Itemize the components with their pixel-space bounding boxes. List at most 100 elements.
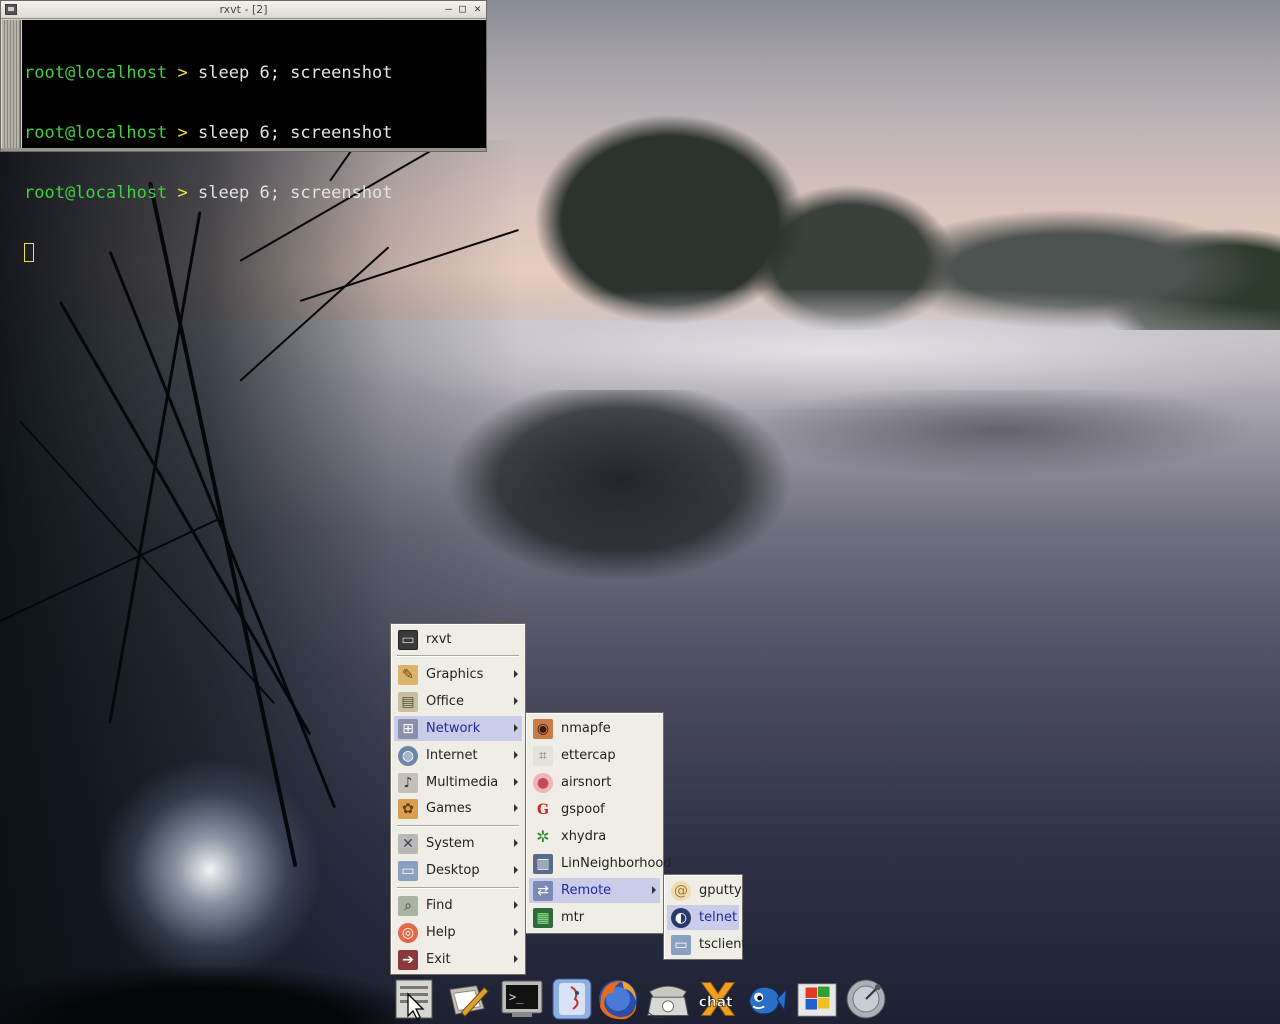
ettercap-icon: ⌗ xyxy=(533,745,553,766)
prompt-arrow: > xyxy=(177,123,188,143)
tsclient-icon: ▭ xyxy=(671,934,691,955)
telnet-icon: ◐ xyxy=(671,907,691,928)
submenu-arrow-icon xyxy=(514,839,518,847)
menu-item-help[interactable]: ◎ Help xyxy=(394,920,522,945)
command-text: sleep 6; screenshot xyxy=(198,183,393,203)
minimize-button[interactable]: — xyxy=(442,3,455,16)
menu-item-label: Network xyxy=(426,721,481,736)
menu-item-exit[interactable]: ➔ Exit xyxy=(394,947,522,972)
menu-item-label: Remote xyxy=(561,883,612,898)
menu-item-linneighborhood[interactable]: ▥ LinNeighborhood xyxy=(529,851,672,876)
menu-item-label: Exit xyxy=(426,952,451,967)
prompt-user: root@localhost xyxy=(24,63,168,83)
menu-item-label: System xyxy=(426,836,475,851)
text-cursor xyxy=(24,243,34,262)
terminal-output[interactable]: root@localhost > sleep 6; screenshot roo… xyxy=(22,20,486,262)
globe-icon: ◍ xyxy=(398,745,418,766)
rdesktop-launcher[interactable] xyxy=(796,977,840,1021)
terminal-launcher[interactable]: >_ xyxy=(500,977,544,1021)
gaim-launcher[interactable] xyxy=(744,977,788,1021)
satellite-launcher[interactable] xyxy=(844,977,888,1021)
terminal-line: root@localhost > sleep 6; screenshot xyxy=(24,123,484,143)
terminal-bottom-border[interactable] xyxy=(1,148,486,151)
submenu-arrow-icon xyxy=(514,901,518,909)
eye-icon: ◉ xyxy=(533,718,553,739)
submenu-arrow-icon xyxy=(514,866,518,874)
submenu-arrow-icon xyxy=(514,670,518,678)
menu-item-label: mtr xyxy=(561,910,585,925)
xchat-icon: chat xyxy=(698,982,736,1016)
menu-item-label: Multimedia xyxy=(426,775,499,790)
menu-item-xhydra[interactable]: ✲ xhydra xyxy=(529,824,660,849)
terminal-line: root@localhost > sleep 6; screenshot xyxy=(24,183,484,203)
find-icon: ⌕ xyxy=(398,895,418,916)
menu-item-label: gspoof xyxy=(561,802,605,817)
server-icon: ▥ xyxy=(533,853,553,874)
menu-item-internet[interactable]: ◍ Internet xyxy=(394,743,522,768)
menu-item-telnet[interactable]: ◐ telnet xyxy=(667,905,739,930)
menu-item-ettercap[interactable]: ⌗ ettercap xyxy=(529,743,660,768)
menu-item-tsclient[interactable]: ▭ tsclient xyxy=(667,932,747,957)
xchat-label: chat xyxy=(699,994,733,1010)
terminal-icon: ▭ xyxy=(398,629,418,650)
fish-icon xyxy=(749,986,787,1015)
menu-item-label: xhydra xyxy=(561,829,607,844)
hydra-icon: ✲ xyxy=(536,827,550,846)
menu-item-rxvt[interactable]: ▭ rxvt xyxy=(394,627,522,652)
menu-item-gputty[interactable]: @ gputty xyxy=(667,878,742,903)
text-editor-launcher[interactable] xyxy=(446,977,490,1021)
command-text: sleep 6; screenshot xyxy=(198,63,393,83)
menu-item-label: Office xyxy=(426,694,464,709)
menu-item-graphics[interactable]: ✎ Graphics xyxy=(394,662,522,687)
menu-item-label: gputty xyxy=(699,883,742,898)
xchat-launcher[interactable]: chat xyxy=(696,977,740,1021)
menu-item-games[interactable]: ✿ Games xyxy=(394,796,522,821)
menu-item-mtr[interactable]: ▦ mtr xyxy=(529,905,660,930)
gspoof-icon: G xyxy=(537,801,549,818)
menu-item-label: Help xyxy=(426,925,456,940)
phone-launcher[interactable] xyxy=(646,977,690,1021)
prompt-user: root@localhost xyxy=(24,123,168,143)
main-menu: ▭ rxvt ✎ Graphics ▤ Office ⊞ Network ◍ I… xyxy=(390,623,526,975)
menu-item-gspoof[interactable]: G gspoof xyxy=(529,797,660,822)
mtr-icon: ▦ xyxy=(533,907,553,928)
games-icon: ✿ xyxy=(398,798,418,819)
menu-item-nmapfe[interactable]: ◉ nmapfe xyxy=(529,716,660,741)
pen-icon xyxy=(449,985,489,1017)
close-button[interactable]: ✕ xyxy=(471,3,484,16)
face-icon xyxy=(552,978,592,1020)
submenu-arrow-icon xyxy=(514,697,518,705)
menu-item-multimedia[interactable]: ♪ Multimedia xyxy=(394,770,522,795)
dish-icon xyxy=(846,979,886,1019)
file-manager-launcher[interactable] xyxy=(550,977,594,1021)
terminal-scrollbar[interactable] xyxy=(2,20,21,148)
menu-item-remote[interactable]: ⇄ Remote xyxy=(529,878,660,903)
terminal-line: root@localhost > sleep 6; screenshot xyxy=(24,63,484,83)
submenu-arrow-icon xyxy=(514,804,518,812)
menu-item-airsnort[interactable]: ● airsnort xyxy=(529,770,660,795)
firefox-icon xyxy=(599,980,637,1020)
windows-icon xyxy=(797,983,837,1017)
menu-item-label: Games xyxy=(426,801,472,816)
firefox-launcher[interactable] xyxy=(596,977,640,1021)
menu-item-network[interactable]: ⊞ Network xyxy=(394,716,522,741)
terminal-window[interactable]: rxvt - [2] — □ ✕ root@localhost > sleep … xyxy=(0,0,487,262)
remote-submenu: @ gputty ◐ telnet ▭ tsclient xyxy=(663,874,747,960)
paintbrush-icon: ✎ xyxy=(398,664,418,685)
menu-item-label: LinNeighborhood xyxy=(561,856,672,871)
menu-item-label: Internet xyxy=(426,748,478,763)
network-submenu: ◉ nmapfe ⌗ ettercap ● airsnort G gspoof … xyxy=(525,712,672,934)
menu-item-find[interactable]: ⌕ Find xyxy=(394,893,522,918)
menu-item-desktop[interactable]: ▭ Desktop xyxy=(394,858,522,883)
menu-item-label: Find xyxy=(426,898,453,913)
svg-text:>_: >_ xyxy=(509,990,524,1004)
menu-item-system[interactable]: ✕ System xyxy=(394,831,522,856)
submenu-arrow-icon xyxy=(652,886,656,894)
maximize-button[interactable]: □ xyxy=(456,3,469,16)
prompt-user: root@localhost xyxy=(24,183,168,203)
menu-item-label: Desktop xyxy=(426,863,480,878)
terminal-titlebar[interactable]: rxvt - [2] — □ ✕ xyxy=(1,1,486,19)
menu-item-office[interactable]: ▤ Office xyxy=(394,689,522,714)
tools-icon: ✕ xyxy=(398,833,418,854)
start-menu-launcher[interactable] xyxy=(392,977,436,1021)
